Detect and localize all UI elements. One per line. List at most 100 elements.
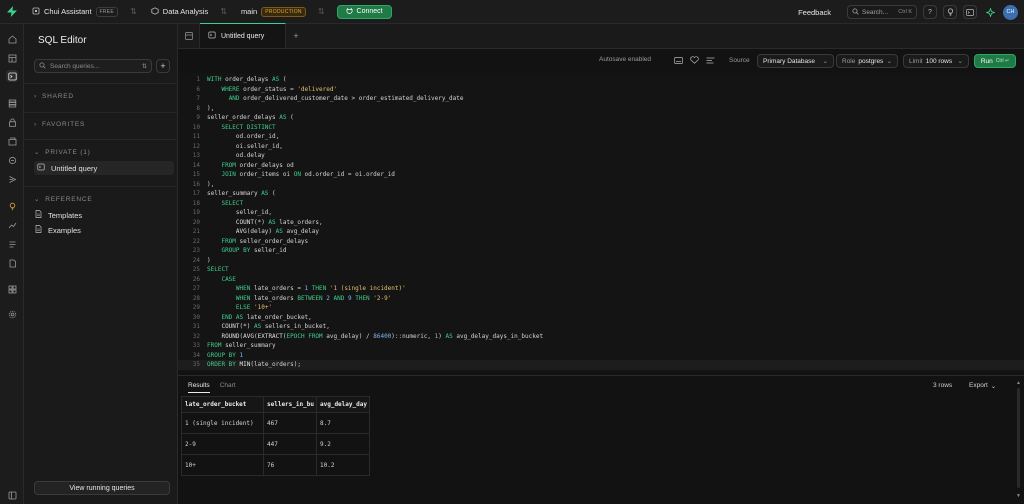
lightbulb-icon[interactable] — [943, 5, 957, 19]
code-line[interactable]: 31 COUNT(*) AS sellers_in_bucket, — [178, 322, 1024, 332]
run-button[interactable]: Run Ctrl ↵ — [974, 54, 1016, 68]
reference-item-examples[interactable]: Examples — [34, 223, 174, 237]
code-line[interactable]: 13 od.delay — [178, 151, 1024, 161]
code-line[interactable]: 29 ELSE '10+' — [178, 303, 1024, 313]
table-cell[interactable]: 76 — [263, 454, 317, 476]
column-header[interactable]: sellers_in_bu — [263, 396, 317, 413]
section-shared[interactable]: › SHARED — [34, 93, 74, 100]
code-line[interactable]: 28 WHEN late_orders BETWEEN 2 AND 9 THEN… — [178, 294, 1024, 304]
code-line[interactable]: 21 AVG(delay) AS avg_delay — [178, 227, 1024, 237]
code-line[interactable]: 1 WITH order_delays AS ( — [178, 75, 1024, 85]
query-item-untitled[interactable]: Untitled query — [34, 161, 174, 175]
feedback-button[interactable]: Feedback — [798, 8, 831, 17]
favorite-heart-icon[interactable] — [689, 55, 699, 65]
table-editor-icon[interactable] — [6, 52, 18, 64]
advisors-icon[interactable] — [6, 200, 18, 212]
assistant-icon[interactable] — [983, 5, 997, 19]
help-icon[interactable]: ? — [923, 5, 937, 19]
storage-icon[interactable] — [6, 135, 18, 147]
code-line[interactable]: 6 WHERE order_status = 'delivered' — [178, 85, 1024, 95]
run-label: Run — [980, 57, 993, 65]
project-selector[interactable]: Data Analysis ⇅ — [151, 6, 227, 17]
code-line[interactable]: 16), — [178, 180, 1024, 190]
table-cell[interactable]: 8.7 — [316, 412, 370, 434]
keyboard-icon[interactable] — [673, 55, 683, 65]
code-line[interactable]: 7 AND order_delivered_customer_date > or… — [178, 94, 1024, 104]
code-line[interactable]: 25 SELECT — [178, 265, 1024, 275]
code-line[interactable]: 12 oi.seller_id, — [178, 142, 1024, 152]
column-header[interactable]: avg_delay_day — [316, 396, 370, 413]
realtime-icon[interactable] — [6, 173, 18, 185]
org-plan-badge: FREE — [95, 6, 119, 17]
code-line[interactable]: 32 ROUND(AVG(EXTRACT(EPOCH FROM avg_dela… — [178, 332, 1024, 342]
edge-functions-icon[interactable] — [6, 154, 18, 166]
sql-editor-icon[interactable] — [6, 70, 18, 82]
code-line[interactable]: 27 WHEN late_orders = 1 THEN '1 (single … — [178, 284, 1024, 294]
table-cell[interactable]: 1 (single incident) — [181, 412, 264, 434]
source-select[interactable]: Primary Database ⌄ — [757, 54, 834, 68]
table-cell[interactable]: 2-9 — [181, 433, 264, 455]
settings-gear-icon[interactable] — [6, 308, 18, 320]
auth-icon[interactable] — [6, 116, 18, 128]
integrations-icon[interactable] — [6, 283, 18, 295]
search-queries-input[interactable]: Search queries... ⇅ — [34, 59, 152, 73]
code-line[interactable]: 17 seller_summary AS ( — [178, 189, 1024, 199]
sql-code-editor[interactable]: 1 WITH order_delays AS (6 WHERE order_sta… — [178, 73, 1024, 371]
code-line[interactable]: 9 seller_order_delays AS ( — [178, 113, 1024, 123]
table-cell[interactable]: 9.2 — [316, 433, 370, 455]
code-line[interactable]: 33 FROM seller_summary — [178, 341, 1024, 351]
code-line[interactable]: 34 GROUP BY 1 — [178, 351, 1024, 361]
code-line[interactable]: 18 SELECT — [178, 199, 1024, 209]
divider — [24, 186, 177, 187]
collapse-sidebar-icon[interactable] — [6, 489, 18, 501]
add-tab-button[interactable]: + — [286, 23, 306, 48]
view-running-queries-button[interactable]: View running queries — [34, 481, 170, 495]
section-private[interactable]: ⌄ PRIVATE (1) — [34, 148, 91, 157]
section-favorites[interactable]: › FAVORITES — [34, 121, 85, 128]
role-select[interactable]: Role postgres ⌄ — [836, 54, 898, 68]
code-line[interactable]: 26 CASE — [178, 275, 1024, 285]
code-line[interactable]: 24) — [178, 256, 1024, 266]
global-search-input[interactable]: Search... Ctrl K — [847, 5, 917, 19]
avatar[interactable]: CH — [1003, 4, 1018, 20]
observability-icon[interactable] — [6, 219, 18, 231]
code-line[interactable]: 22 FROM seller_order_delays — [178, 237, 1024, 247]
code-line[interactable]: 30 END AS late_order_bucket, — [178, 313, 1024, 323]
table-cell[interactable]: 467 — [263, 412, 317, 434]
divider — [24, 112, 177, 113]
branch-selector[interactable]: main PRODUCTION ⇅ — [241, 6, 325, 17]
code-line[interactable]: 10 SELECT DISTINCT — [178, 123, 1024, 133]
logs-icon[interactable] — [6, 238, 18, 250]
code-line[interactable]: 23 GROUP BY seller_id — [178, 246, 1024, 256]
tab-chart[interactable]: Chart — [220, 382, 236, 393]
api-docs-icon[interactable] — [6, 257, 18, 269]
results-scrollbar[interactable]: ▲ ▼ — [1016, 380, 1021, 500]
tab-list-toggle-icon[interactable] — [178, 23, 200, 48]
new-query-button[interactable]: + — [156, 59, 170, 73]
connect-button[interactable]: Connect — [336, 4, 392, 19]
org-selector[interactable]: Chui Assistant FREE ⇅ — [32, 6, 137, 17]
code-line[interactable]: 14 FROM order_delays od — [178, 161, 1024, 171]
tab-results[interactable]: Results — [188, 382, 210, 393]
code-line[interactable]: 15 JOIN order_items oi ON od.order_id = … — [178, 170, 1024, 180]
table-cell[interactable]: 447 — [263, 433, 317, 455]
supabase-logo-icon[interactable] — [0, 0, 24, 24]
column-header[interactable]: late_order_bucket — [181, 396, 264, 413]
export-button[interactable]: Export ⌄ — [969, 382, 996, 390]
format-lines-icon[interactable] — [705, 55, 715, 65]
terminal-icon[interactable] — [963, 5, 977, 19]
code-line[interactable]: 35 ORDER BY MIN(late_orders); — [178, 360, 1024, 370]
reference-item-templates[interactable]: Templates — [34, 208, 174, 222]
code-line[interactable]: 19 seller_id, — [178, 208, 1024, 218]
limit-select[interactable]: Limit 100 rows ⌄ — [903, 54, 969, 68]
home-icon[interactable] — [6, 33, 18, 45]
code-line[interactable]: 11 od.order_id, — [178, 132, 1024, 142]
database-icon[interactable] — [6, 97, 18, 109]
tab-untitled-query[interactable]: Untitled query — [200, 23, 286, 48]
section-reference[interactable]: ⌄ REFERENCE — [34, 195, 93, 204]
table-cell[interactable]: 10.2 — [316, 454, 370, 476]
code-line[interactable]: 8), — [178, 104, 1024, 114]
table-cell[interactable]: 10+ — [181, 454, 264, 476]
sort-icon[interactable]: ⇅ — [142, 63, 147, 70]
code-line[interactable]: 20 COUNT(*) AS late_orders, — [178, 218, 1024, 228]
